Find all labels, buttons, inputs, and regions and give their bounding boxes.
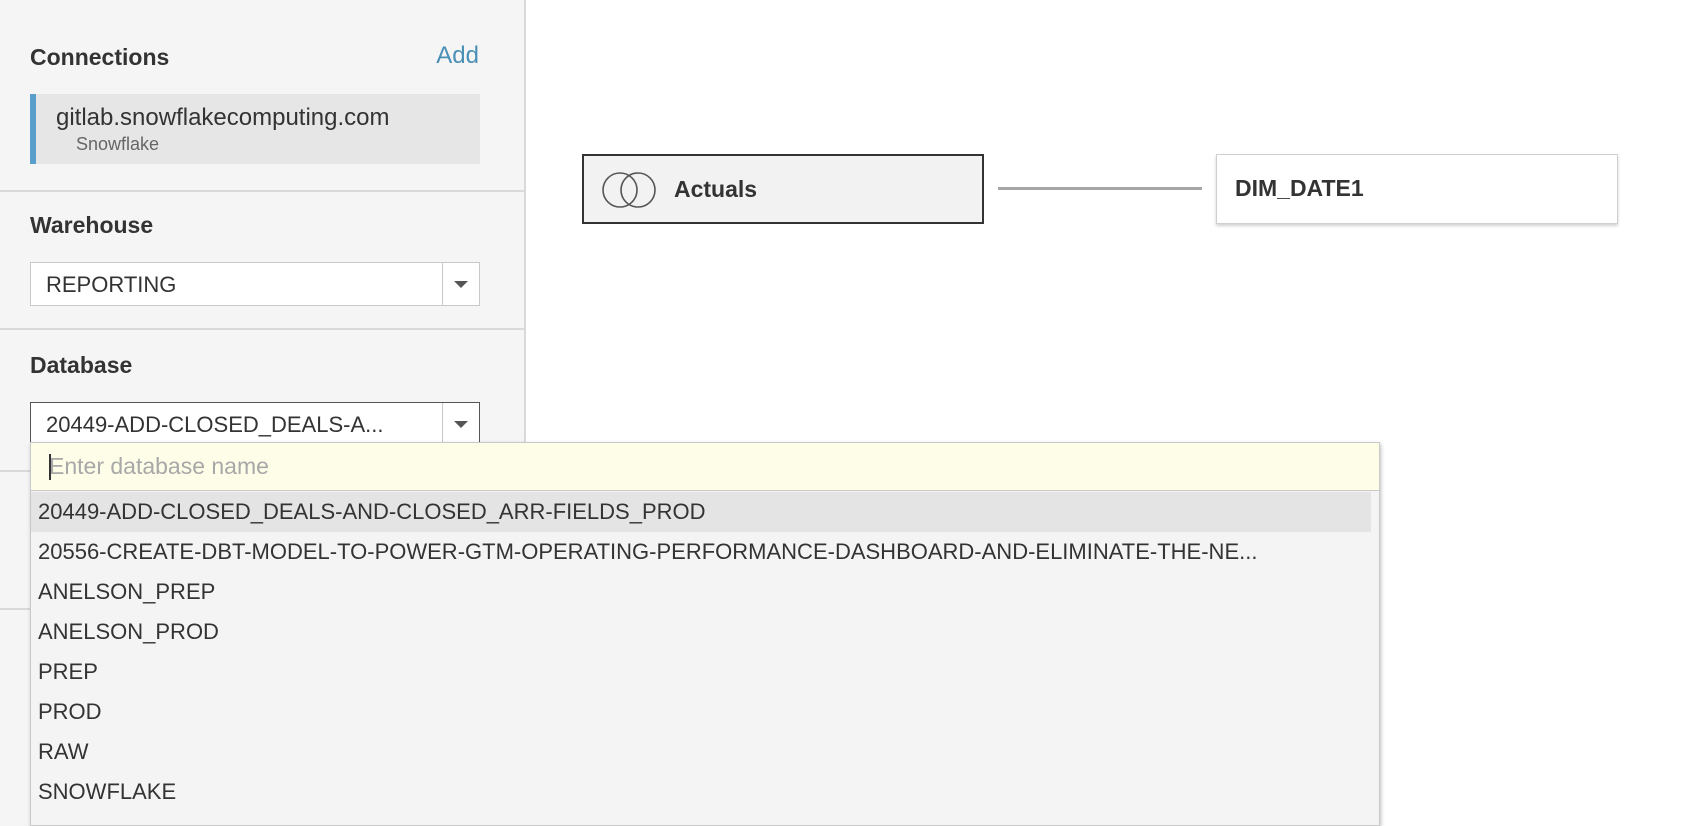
- database-dropdown-arrow[interactable]: [442, 403, 479, 445]
- database-dropdown-list: 20449-ADD-CLOSED_DEALS-AND-CLOSED_ARR-FI…: [30, 442, 1380, 826]
- chevron-down-icon: [454, 280, 468, 288]
- database-option[interactable]: 20556-CREATE-DBT-MODEL-TO-POWER-GTM-OPER…: [31, 532, 1371, 572]
- database-search-input[interactable]: [49, 449, 1349, 483]
- warehouse-section: Warehouse REPORTING: [0, 192, 524, 328]
- join-line[interactable]: [998, 187, 1202, 190]
- warehouse-value: REPORTING: [46, 272, 177, 297]
- database-option-partial[interactable]: ...: [31, 812, 1371, 825]
- database-value: 20449-ADD-CLOSED_DEALS-A...: [46, 412, 384, 437]
- table-card-dim-date[interactable]: DIM_DATE1: [1216, 154, 1618, 224]
- database-search-box[interactable]: [31, 443, 1379, 491]
- table-card-actuals[interactable]: Actuals: [582, 154, 984, 224]
- connection-name: gitlab.snowflakecomputing.com: [56, 104, 390, 131]
- connection-type: Snowflake: [76, 134, 160, 154]
- connections-title: Connections: [30, 44, 170, 70]
- table-label: DIM_DATE1: [1235, 175, 1364, 201]
- union-icon: [602, 172, 656, 208]
- database-option[interactable]: PREP: [31, 652, 1371, 692]
- database-option[interactable]: ANELSON_PROD: [31, 612, 1371, 652]
- table-label: Actuals: [674, 176, 758, 202]
- database-option-list: 20449-ADD-CLOSED_DEALS-AND-CLOSED_ARR-FI…: [31, 492, 1371, 825]
- warehouse-select[interactable]: REPORTING: [30, 262, 480, 306]
- data-source-page: Connections Add gitlab.snowflakecomputin…: [0, 0, 1688, 826]
- database-option[interactable]: 20449-ADD-CLOSED_DEALS-AND-CLOSED_ARR-FI…: [31, 492, 1371, 532]
- connection-item[interactable]: gitlab.snowflakecomputing.com Snowflake: [30, 94, 480, 164]
- database-option[interactable]: PROD: [31, 692, 1371, 732]
- database-option[interactable]: RAW: [31, 732, 1371, 772]
- connections-section: Connections Add gitlab.snowflakecomputin…: [0, 0, 524, 190]
- warehouse-dropdown-arrow[interactable]: [442, 263, 479, 305]
- add-connection-link[interactable]: Add: [436, 42, 479, 70]
- chevron-down-icon: [454, 420, 468, 428]
- database-title: Database: [30, 352, 133, 378]
- database-option[interactable]: SNOWFLAKE: [31, 772, 1371, 812]
- database-option[interactable]: ANELSON_PREP: [31, 572, 1371, 612]
- database-select[interactable]: 20449-ADD-CLOSED_DEALS-A...: [30, 402, 480, 446]
- warehouse-title: Warehouse: [30, 212, 154, 238]
- text-caret: [49, 454, 51, 480]
